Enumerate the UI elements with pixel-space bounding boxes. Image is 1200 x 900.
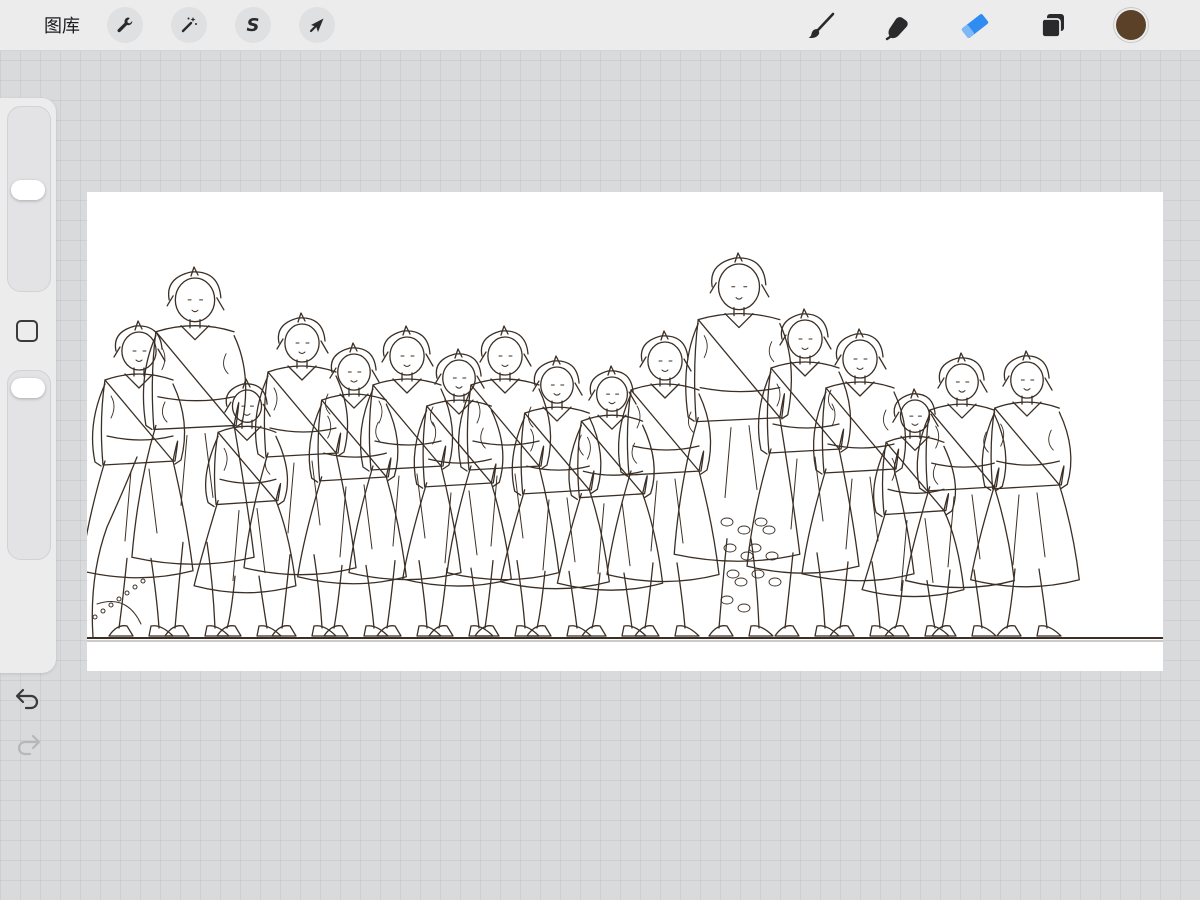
smudge-finger-icon [881, 10, 913, 42]
brush-opacity-slider[interactable] [7, 370, 51, 560]
magic-wand-icon [179, 15, 199, 35]
layers-icon [1038, 11, 1068, 41]
selection-button[interactable]: S [235, 7, 271, 43]
redo-button[interactable] [14, 732, 42, 760]
eraser-icon [958, 9, 992, 43]
gallery-button[interactable]: 图库 [44, 12, 80, 38]
square-modify-icon[interactable] [16, 320, 38, 342]
brush-icon [805, 10, 837, 42]
left-sidebar [0, 98, 56, 756]
wrench-icon [115, 15, 135, 35]
eraser-tool-button[interactable] [957, 8, 993, 44]
undo-button[interactable] [14, 686, 42, 714]
actions-button[interactable] [107, 7, 143, 43]
selection-s-icon: S [246, 14, 260, 36]
smudge-tool-button[interactable] [879, 8, 915, 44]
brush-tool-button[interactable] [803, 8, 839, 44]
line-art-sketch [87, 252, 1163, 642]
arrow-cursor-icon [307, 15, 327, 35]
redo-arrow-icon [14, 734, 42, 760]
adjustments-button[interactable] [171, 7, 207, 43]
undo-arrow-icon [14, 688, 42, 714]
drawing-canvas[interactable] [87, 192, 1163, 671]
top-toolbar: 图库 S [0, 0, 1200, 51]
color-picker-button[interactable] [1116, 10, 1146, 40]
brush-size-slider-thumb[interactable] [11, 179, 45, 200]
layers-button[interactable] [1035, 8, 1071, 44]
brush-opacity-slider-thumb[interactable] [11, 378, 45, 399]
transform-button[interactable] [299, 7, 335, 43]
